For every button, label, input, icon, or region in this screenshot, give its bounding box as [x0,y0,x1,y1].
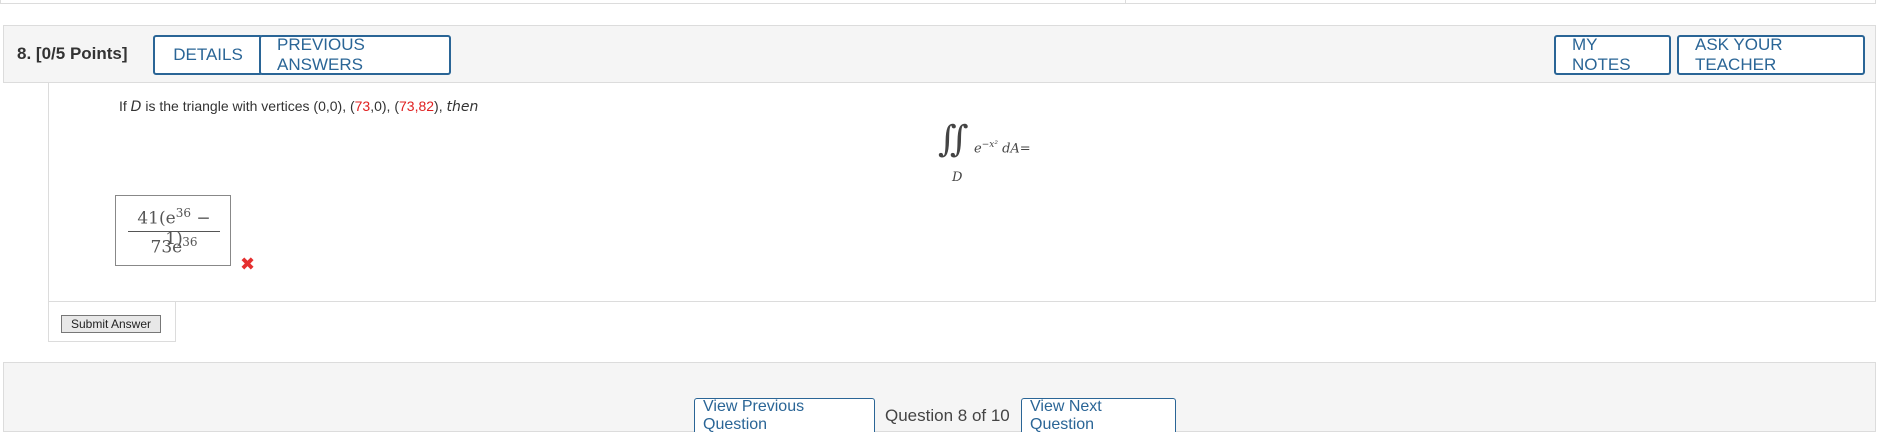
submit-answer-button[interactable]: Submit Answer [61,315,161,333]
details-button[interactable]: DETAILS [153,35,263,75]
integrand: e−x² dA= [974,140,1031,156]
denominator-coefficient: 73e [150,237,183,258]
my-notes-button[interactable]: MY NOTES [1554,35,1671,75]
question-count: Question 8 of 10 [885,406,1010,425]
ask-your-teacher-button[interactable]: ASK YOUR TEACHER [1677,35,1865,75]
fraction-bar [128,231,220,232]
prompt-then: then [446,99,479,115]
numerator-exponent: 36 [175,206,191,220]
double-integral-symbol: ∬ [938,119,969,160]
prompt-text: ,0), ( [370,98,399,114]
question-prompt: If D is the triangle with vertices (0,0)… [119,98,478,115]
view-next-question-button[interactable]: View Next Question [1021,398,1176,433]
denominator-exponent: 36 [182,235,198,249]
integrand-base: e [974,141,982,157]
integral-region: D [952,170,963,185]
prompt-vertex-value: 73,82 [399,98,435,114]
integrand-exponent: −x² [981,140,998,150]
previous-answers-button[interactable]: PREVIOUS ANSWERS [259,35,451,75]
question-body [48,83,1876,302]
answer-denominator: 73e36 [128,235,220,258]
previous-question-divider [1125,0,1126,4]
question-points-label: [0/5 Points] [35,44,128,63]
x-mark-icon: ✖ [240,254,256,275]
answer-input[interactable]: 41(e36 − 1) 73e36 [115,195,231,266]
prompt-vertex-value: 73 [354,98,371,114]
view-previous-question-button[interactable]: View Previous Question [694,398,875,433]
prompt-variable-d: D [130,99,142,115]
question-number-label: 8. [17,44,32,63]
integral-differential: dA= [997,141,1031,157]
double-integral-expression: ∬ e−x² dA= D [938,122,1058,188]
prompt-text: is the triangle with vertices (0,0), ( [141,98,355,114]
previous-question-footer [0,0,1876,4]
numerator-coefficient: 41(e [137,208,176,229]
question-number: 8. [0/5 Points] [17,44,128,64]
prompt-text: If [119,98,131,114]
prompt-text: ), [434,98,447,114]
